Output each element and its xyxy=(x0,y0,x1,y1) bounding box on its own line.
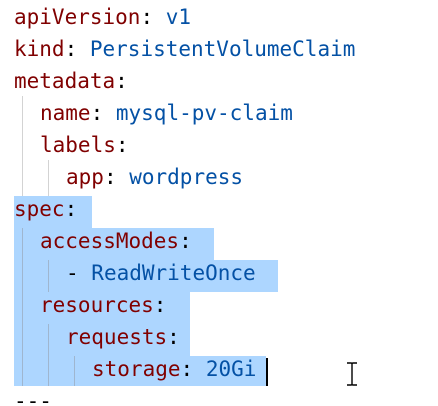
yaml-key: requests xyxy=(66,325,168,349)
code-line[interactable]: accessModes: xyxy=(40,226,192,258)
yaml-value: mysql-pv-claim xyxy=(115,101,293,125)
yaml-separator: : xyxy=(180,357,206,381)
yaml-key: resources xyxy=(40,293,154,317)
code-line[interactable]: --- xyxy=(14,386,52,406)
code-line[interactable]: resources: xyxy=(40,290,166,322)
yaml-key: accessModes xyxy=(40,229,180,253)
yaml-key: name xyxy=(40,101,91,125)
indent-guide xyxy=(48,324,49,386)
code-line[interactable]: app: wordpress xyxy=(66,162,243,194)
ibeam-cursor-icon xyxy=(347,362,357,386)
yaml-separator: : xyxy=(179,229,192,253)
yaml-value: wordpress xyxy=(129,165,244,189)
yaml-separator: : xyxy=(103,165,130,189)
yaml-key: kind xyxy=(14,37,65,61)
code-line[interactable]: spec: xyxy=(14,194,77,226)
indent-guide xyxy=(74,356,75,386)
yaml-key: apiVersion xyxy=(14,5,141,29)
code-line[interactable]: apiVersion: v1 xyxy=(14,2,191,34)
code-line[interactable]: labels: xyxy=(40,130,129,162)
yaml-separator: : xyxy=(167,325,180,349)
yaml-key: app xyxy=(66,165,104,189)
code-line[interactable]: metadata: xyxy=(14,66,128,98)
indent-guide xyxy=(48,260,49,292)
yaml-separator: : xyxy=(115,133,129,157)
yaml-separator: : xyxy=(90,101,116,125)
indent-guide xyxy=(22,96,23,196)
yaml-editor[interactable]: apiVersion: v1 kind: PersistentVolumeCla… xyxy=(0,0,438,406)
indent-guide xyxy=(48,160,49,196)
yaml-key: metadata xyxy=(14,69,116,93)
yaml-value: 20Gi xyxy=(205,357,257,381)
yaml-separator: : xyxy=(140,5,166,29)
yaml-value: v1 xyxy=(165,5,192,29)
yaml-value: ReadWriteOnce xyxy=(91,261,256,285)
code-line[interactable]: kind: PersistentVolumeClaim xyxy=(14,34,355,66)
yaml-separator: : xyxy=(64,197,78,221)
indent-guide xyxy=(22,228,23,386)
yaml-separator: : xyxy=(115,69,128,93)
yaml-list-dash: - xyxy=(66,261,92,285)
yaml-key: labels xyxy=(40,133,116,157)
yaml-key: storage xyxy=(92,357,181,381)
code-line[interactable]: name: mysql-pv-claim xyxy=(40,98,293,130)
text-caret xyxy=(266,358,268,386)
yaml-separator: : xyxy=(64,37,90,61)
yaml-document-separator: --- xyxy=(14,389,52,406)
code-line[interactable]: - ReadWriteOnce xyxy=(66,258,256,290)
yaml-key: spec xyxy=(14,197,65,221)
yaml-separator: : xyxy=(153,293,167,317)
code-line[interactable]: storage: 20Gi xyxy=(92,354,256,386)
code-line[interactable]: requests: xyxy=(66,322,180,354)
yaml-value: PersistentVolumeClaim xyxy=(89,37,356,61)
